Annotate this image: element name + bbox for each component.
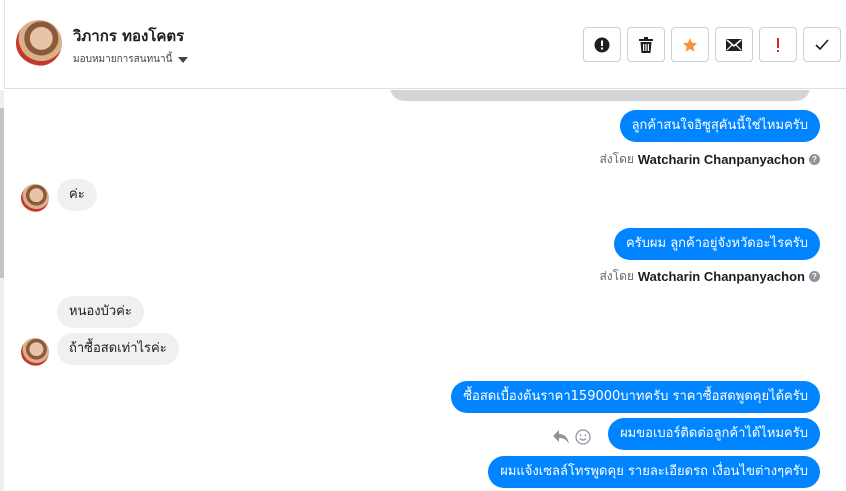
reply-icon[interactable]	[553, 430, 569, 444]
contact-name[interactable]: วิภากร ทองโคตร	[73, 24, 184, 48]
outgoing-message[interactable]: ผมแจ้งเซลล์โทรพูดคุย รายละเอียดรถ เงื่อน…	[488, 456, 820, 488]
follow-up-button[interactable]	[759, 27, 797, 62]
message-hover-tools	[553, 429, 591, 445]
trash-icon	[639, 36, 653, 53]
contact-avatar-small	[21, 184, 49, 212]
sent-by-label: ส่งโดย Watcharin Chanpanyachon ?	[599, 267, 820, 286]
incoming-message[interactable]: ค่ะ	[57, 179, 97, 211]
assign-label: มอบหมายการสนทนานี้	[73, 54, 173, 65]
mark-spam-button[interactable]	[583, 27, 621, 62]
outgoing-message[interactable]: ลูกค้าสนใจอิซูสุคันนี้ใช่ไหมครับ	[619, 110, 820, 142]
star-button[interactable]	[671, 27, 709, 62]
incoming-message[interactable]: ถ้าซื้อสดเท่าไรค่ะ	[57, 333, 179, 365]
sender-name: Watcharin Chanpanyachon	[637, 152, 805, 167]
exclamation-icon	[777, 37, 779, 52]
sender-name: Watcharin Chanpanyachon	[637, 269, 805, 284]
envelope-icon	[726, 38, 742, 51]
conversation-header: วิภากร ทองโคตร มอบหมายการสนทนานี้	[4, 0, 846, 89]
conversation-actions	[583, 27, 841, 62]
help-icon[interactable]: ?	[809, 154, 820, 165]
alert-circle-icon	[594, 37, 610, 52]
incoming-message[interactable]: หนองบัวค่ะ	[57, 296, 144, 328]
emoji-icon[interactable]	[575, 429, 591, 445]
outgoing-message[interactable]: ซื้อสดเบื้องต้นราคา159000บาทครับ ราคาซื้…	[451, 381, 820, 413]
assign-conversation-dropdown[interactable]: มอบหมายการสนทนานี้	[73, 52, 189, 67]
checkmark-icon	[815, 39, 829, 50]
chevron-down-icon	[178, 56, 189, 63]
help-icon[interactable]: ?	[809, 271, 820, 282]
outgoing-message[interactable]: ผมขอเบอร์ติดต่อลูกค้าได้ไหมครับ	[608, 418, 820, 450]
star-icon	[682, 37, 698, 52]
delete-button[interactable]	[627, 27, 665, 62]
image-attachment[interactable]	[390, 90, 810, 101]
mark-done-button[interactable]	[803, 27, 841, 62]
sent-by-label: ส่งโดย Watcharin Chanpanyachon ?	[599, 150, 820, 169]
mark-unread-button[interactable]	[715, 27, 753, 62]
contact-avatar-small	[21, 338, 49, 366]
contact-avatar[interactable]	[16, 20, 62, 66]
outgoing-message[interactable]: ครับผม ลูกค้าอยู่จังหวัดอะไรครับ	[613, 228, 820, 260]
message-thread: ลูกค้าสนใจอิซูสุคันนี้ใช่ไหมครับ ส่งโดย …	[4, 90, 846, 491]
